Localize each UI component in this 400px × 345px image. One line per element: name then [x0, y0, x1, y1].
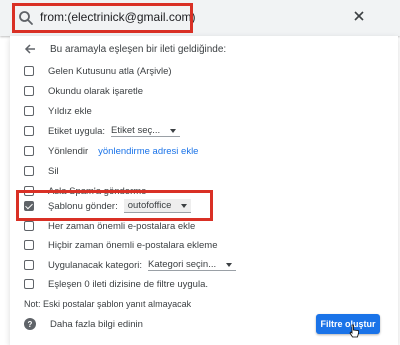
checkbox[interactable] [24, 126, 34, 136]
help-icon[interactable]: ? [24, 318, 36, 330]
option-label: Her zaman önemli e-postalara ekle [48, 220, 196, 232]
option-label: Eşleşen 0 ileti dizisine de filtre uygul… [48, 278, 209, 290]
checkbox[interactable] [24, 279, 34, 289]
dialog-heading: Bu aramayla eşleşen bir ileti geldiğinde… [50, 43, 227, 55]
checkbox[interactable] [24, 166, 34, 176]
pointer-cursor-icon [349, 324, 360, 338]
option-label: Okundu olarak işaretle [48, 85, 144, 97]
option-label: Hiçbir zaman önemli e-postalara ekleme [48, 239, 218, 251]
add-forward-address-link[interactable]: yönlendirme adresi ekle [98, 146, 198, 157]
checkbox[interactable] [24, 260, 34, 270]
option-forward[interactable]: Yönlendir yönlendirme adresi ekle [24, 144, 198, 158]
dropdown-value: Kategori seçin... [148, 259, 217, 270]
checkbox[interactable] [24, 106, 34, 116]
svg-text:?: ? [28, 320, 33, 329]
option-label: Gelen Kutusunu atla (Arşivle) [48, 65, 172, 77]
option-label: Yönlendir [48, 145, 89, 157]
option-apply-existing[interactable]: Eşleşen 0 ileti dizisine de filtre uygul… [24, 277, 208, 291]
back-arrow-icon[interactable] [24, 43, 36, 55]
highlight-template-option [16, 190, 213, 221]
chevron-down-icon [226, 262, 233, 267]
category-dropdown[interactable]: Kategori seçin... [148, 259, 237, 271]
checkbox[interactable] [24, 146, 34, 156]
option-apply-label[interactable]: Etiket uygula: Etiket seç... [24, 124, 181, 138]
option-category[interactable]: Uygulanacak kategori: Kategori seçin... [24, 258, 237, 272]
label-dropdown[interactable]: Etiket seç... [111, 125, 181, 137]
highlight-search-box [12, 3, 193, 33]
option-never-important[interactable]: Hiçbir zaman önemli e-postalara ekleme [24, 238, 218, 252]
option-label: Uygulanacak kategori: [48, 259, 142, 271]
option-delete[interactable]: Sil [24, 164, 59, 178]
option-always-important[interactable]: Her zaman önemli e-postalara ekle [24, 219, 195, 233]
option-label: Etiket uygula: [48, 125, 106, 137]
option-label: Yıldız ekle [48, 105, 92, 117]
option-mark-read[interactable]: Okundu olarak işaretle [24, 84, 143, 98]
option-skip-inbox[interactable]: Gelen Kutusunu atla (Arşivle) [24, 64, 172, 78]
close-icon[interactable] [352, 9, 366, 23]
checkbox[interactable] [24, 66, 34, 76]
help-row[interactable]: ? Daha fazla bilgi edinin [24, 318, 143, 330]
help-link[interactable]: Daha fazla bilgi edinin [50, 319, 143, 330]
checkbox[interactable] [24, 240, 34, 250]
note-text: Not: Eski postalar şablon yanıt almayaca… [24, 299, 192, 309]
option-star[interactable]: Yıldız ekle [24, 104, 92, 118]
dropdown-value: Etiket seç... [111, 125, 161, 136]
chevron-down-icon [170, 128, 177, 133]
checkbox[interactable] [24, 86, 34, 96]
checkbox[interactable] [24, 221, 34, 231]
option-label: Sil [48, 165, 59, 177]
back-row[interactable]: Bu aramayla eşleşen bir ileti geldiğinde… [24, 41, 226, 57]
